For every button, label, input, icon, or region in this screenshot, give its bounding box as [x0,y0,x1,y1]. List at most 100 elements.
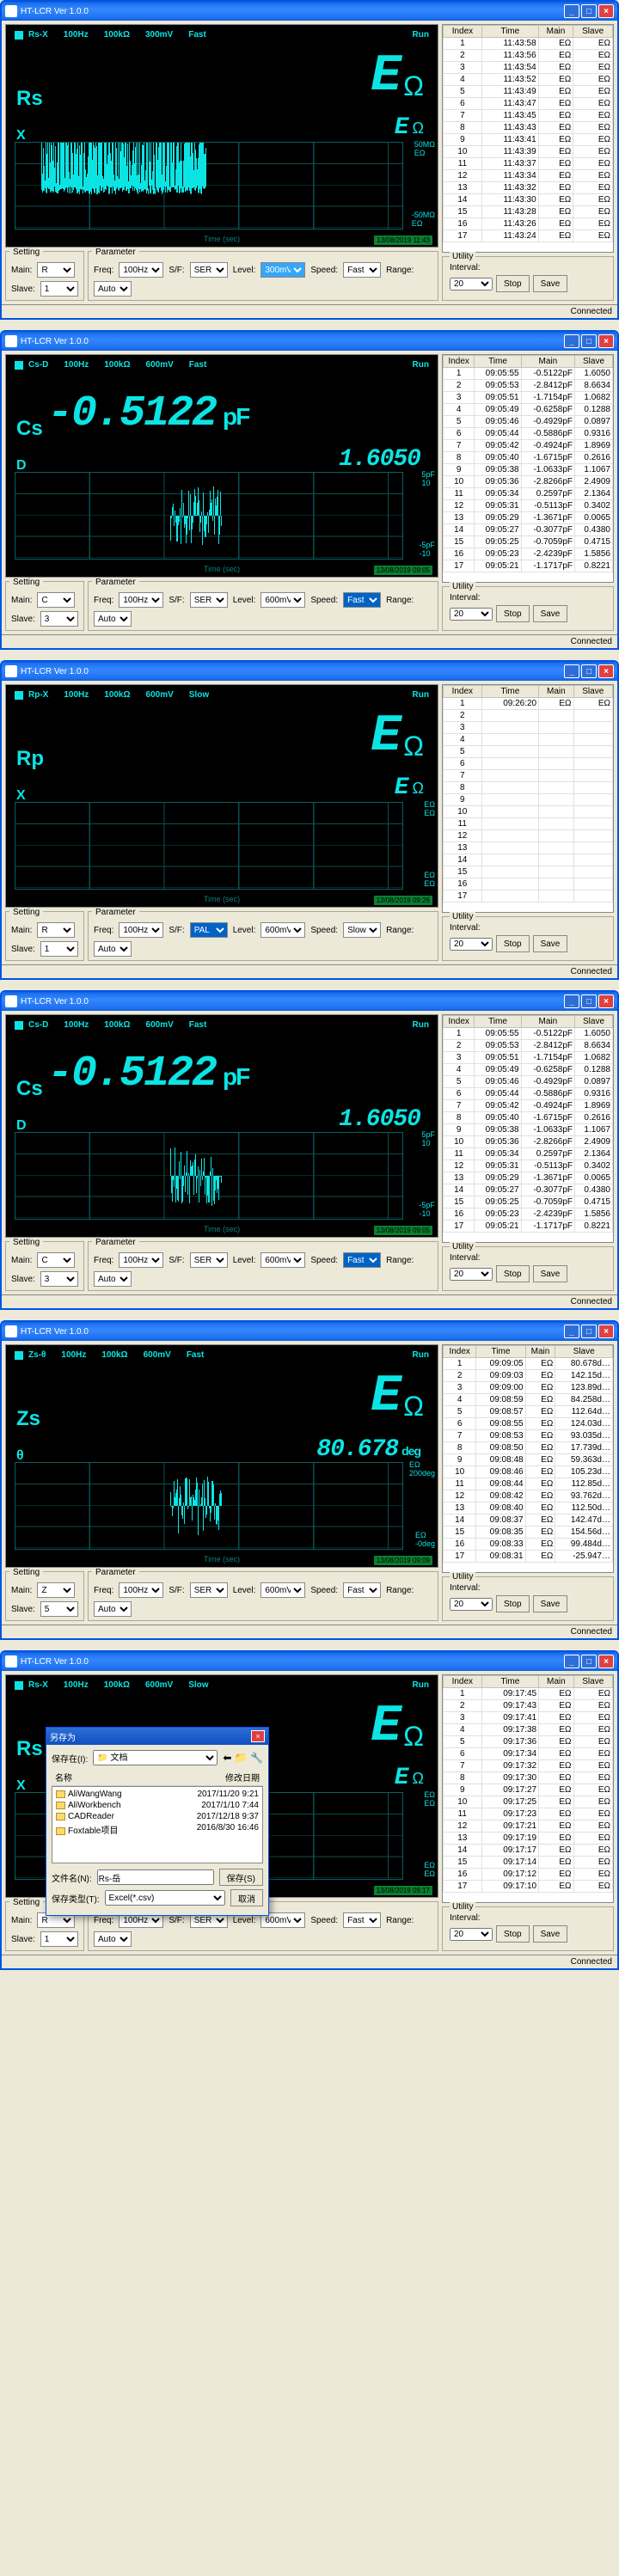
maximize-button[interactable]: □ [581,664,597,678]
titlebar[interactable]: HT-LCR Ver 1.0.0 _ □ × [2,332,617,351]
table-row[interactable]: 8 [444,782,613,794]
table-row[interactable]: 1109:05:340.2597pF2.1364 [444,488,613,500]
table-row[interactable]: 811:43:43EΩEΩ [444,122,613,134]
data-table[interactable]: IndexTimeMainSlave 109:26:20EΩEΩ23456789… [442,684,614,913]
table-row[interactable]: 709:08:53EΩ93.035d… [444,1430,613,1442]
table-row[interactable]: 1409:08:37EΩ142.47d… [444,1514,613,1527]
table-row[interactable]: 1709:17:10EΩEΩ [444,1881,613,1893]
level-select[interactable]: 600mV [260,1252,305,1268]
table-row[interactable]: 4 [444,734,613,746]
stop-button[interactable]: Stop [496,1925,530,1943]
table-row[interactable]: 1309:17:19EΩEΩ [444,1833,613,1845]
name-column[interactable]: 名称 [55,1771,225,1784]
table-row[interactable]: 709:17:32EΩEΩ [444,1760,613,1772]
column-header[interactable]: Main [521,356,574,368]
table-row[interactable]: 2 [444,710,613,722]
file-item[interactable]: AliWorkbench2017/1/10 7:44 [54,1800,260,1811]
save-button[interactable]: Save [533,1265,568,1282]
table-row[interactable]: 609:17:34EΩEΩ [444,1748,613,1760]
interval-select[interactable]: 20 [450,1598,493,1611]
titlebar[interactable]: HT-LCR Ver 1.0.0 _ □ × [2,992,617,1011]
table-row[interactable]: 109:09:05EΩ80.678d… [444,1358,613,1370]
table-row[interactable]: 1109:08:44EΩ112.85d… [444,1478,613,1490]
table-row[interactable]: 209:05:53-2.8412pF8.6634 [444,1040,613,1052]
table-row[interactable]: 809:08:50EΩ17.739d… [444,1442,613,1454]
titlebar[interactable]: HT-LCR Ver 1.0.0 _ □ × [2,662,617,681]
table-row[interactable]: 13 [444,842,613,854]
minimize-button[interactable]: _ [564,1655,579,1668]
table-row[interactable]: 509:05:46-0.4929pF0.0897 [444,1076,613,1088]
table-row[interactable]: 609:05:44-0.5886pF0.9316 [444,428,613,440]
table-row[interactable]: 711:43:45EΩEΩ [444,110,613,122]
table-row[interactable]: 1209:08:42EΩ93.762d… [444,1490,613,1502]
speed-select[interactable]: Slow [343,922,381,938]
file-item[interactable]: AliWangWang2017/11/20 9:21 [54,1789,260,1800]
table-row[interactable]: 809:05:40-1.6715pF0.2616 [444,1112,613,1124]
table-row[interactable]: 309:05:51-1.7154pF1.0682 [444,392,613,404]
data-table[interactable]: IndexTimeMainSlave 109:17:45EΩEΩ209:17:4… [442,1674,614,1903]
table-row[interactable]: 1409:17:17EΩEΩ [444,1845,613,1857]
table-row[interactable]: 909:08:48EΩ59.363d… [444,1454,613,1466]
table-row[interactable]: 311:43:54EΩEΩ [444,62,613,74]
range-select[interactable]: Auto [94,281,132,297]
table-row[interactable]: 411:43:52EΩEΩ [444,74,613,86]
table-row[interactable]: 1109:05:340.2597pF2.1364 [444,1148,613,1160]
close-button[interactable]: × [598,664,614,678]
table-row[interactable]: 7 [444,770,613,782]
table-row[interactable]: 15 [444,866,613,878]
table-row[interactable]: 1711:43:24EΩEΩ [444,230,613,242]
column-header[interactable]: Index [444,356,475,368]
range-select[interactable]: Auto [94,941,132,957]
column-header[interactable]: Slave [575,356,613,368]
slave-select[interactable]: 3 [40,1271,78,1287]
slave-select[interactable]: 1 [40,941,78,957]
range-select[interactable]: Auto [94,611,132,627]
column-header[interactable]: Main [539,686,573,698]
table-row[interactable]: 109:05:55-0.5122pF1.6050 [444,1028,613,1040]
level-select[interactable]: 600mV [260,1582,305,1598]
stop-button[interactable]: Stop [496,1265,530,1282]
close-button[interactable]: × [598,1325,614,1338]
save-button[interactable]: Save [533,1595,568,1612]
table-row[interactable]: 1111:43:37EΩEΩ [444,158,613,170]
interval-select[interactable]: 20 [450,1268,493,1281]
column-header[interactable]: Time [476,1346,525,1358]
slave-select[interactable]: 1 [40,1931,78,1947]
table-row[interactable]: 211:43:56EΩEΩ [444,50,613,62]
table-row[interactable]: 511:43:49EΩEΩ [444,86,613,98]
column-header[interactable]: Main [539,1676,573,1688]
toolbar-icons[interactable]: ⬅ 📁 🔧 [223,1752,263,1764]
column-header[interactable]: Index [444,1346,476,1358]
column-header[interactable]: Slave [555,1346,613,1358]
close-button[interactable]: × [598,4,614,18]
level-select[interactable]: 600mV [260,922,305,938]
table-row[interactable]: 809:17:30EΩEΩ [444,1772,613,1784]
stop-button[interactable]: Stop [496,935,530,952]
save-button[interactable]: 保存(S) [219,1869,263,1886]
close-button[interactable]: × [598,1655,614,1668]
minimize-button[interactable]: _ [564,4,579,18]
table-row[interactable]: 1609:17:12EΩEΩ [444,1869,613,1881]
table-row[interactable]: 509:05:46-0.4929pF0.0897 [444,416,613,428]
level-select[interactable]: 300mV [260,262,305,278]
minimize-button[interactable]: _ [564,1325,579,1338]
main-select[interactable]: C [37,1252,75,1268]
minimize-button[interactable]: _ [564,334,579,348]
sf-select[interactable]: SER [190,262,228,278]
table-row[interactable]: 1709:05:21-1.1717pF0.8221 [444,1221,613,1233]
close-icon[interactable]: × [251,1730,265,1742]
table-row[interactable]: 1311:43:32EΩEΩ [444,182,613,194]
slave-select[interactable]: 1 [40,281,78,297]
stop-button[interactable]: Stop [496,1595,530,1612]
table-row[interactable]: 16 [444,878,613,890]
save-button[interactable]: Save [533,275,568,292]
file-list[interactable]: AliWangWang2017/11/20 9:21AliWorkbench20… [52,1786,263,1863]
table-row[interactable]: 5 [444,746,613,758]
freq-select[interactable]: 100Hz [119,262,163,278]
maximize-button[interactable]: □ [581,1325,597,1338]
minimize-button[interactable]: _ [564,994,579,1008]
sf-select[interactable]: SER [190,1252,228,1268]
level-select[interactable]: 600mV [260,592,305,608]
filetype-select[interactable]: Excel(*.csv) [105,1890,225,1906]
main-select[interactable]: R [37,262,75,278]
